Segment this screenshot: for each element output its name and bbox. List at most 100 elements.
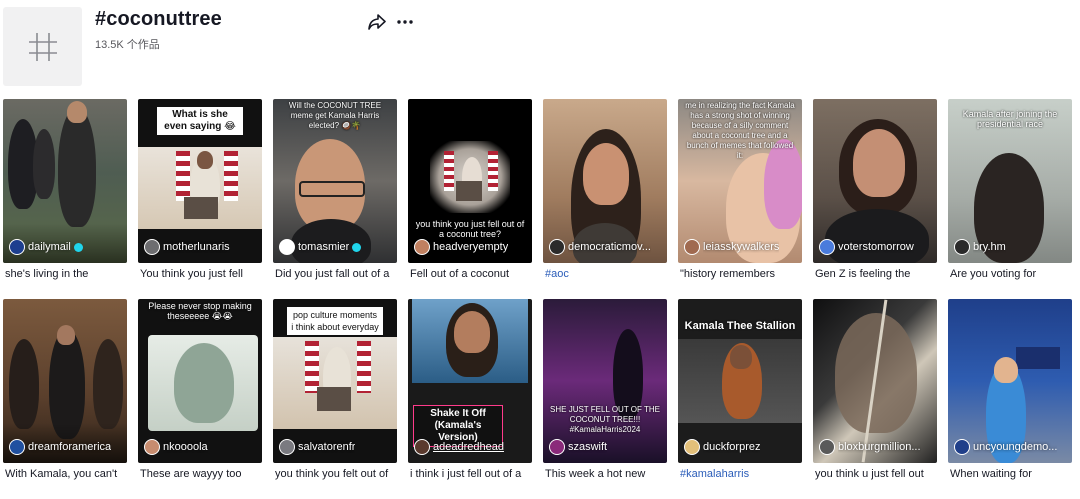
video-description[interactable]: You think you just fell <box>138 267 262 282</box>
share-button[interactable] <box>367 12 387 32</box>
author-avatar <box>819 239 835 255</box>
video-card[interactable]: Kamala Thee Stallion duckforprez #kamala… <box>678 299 802 499</box>
hashtag-page: #coconuttree 13.5K 个作品 dailymail she's l… <box>0 0 1080 490</box>
video-author[interactable]: tomasmier <box>279 239 393 255</box>
video-caption: What is she even saying 😂 <box>157 107 243 135</box>
author-avatar <box>144 439 160 455</box>
video-author[interactable]: motherlunaris <box>144 239 258 255</box>
video-caption: me in realizing the fact Kamala has a st… <box>685 101 795 160</box>
video-description[interactable]: "history remembers <box>678 267 802 282</box>
author-avatar <box>954 239 970 255</box>
video-description[interactable]: Gen Z is feeling the <box>813 267 937 282</box>
video-card[interactable]: bloxburgmillion... you think u just fell… <box>813 299 937 499</box>
video-description[interactable]: i think i just fell out of a <box>408 467 532 482</box>
video-author[interactable]: dailymail <box>9 239 123 255</box>
video-caption: Will the COCONUT TREE meme get Kamala Ha… <box>288 101 382 130</box>
verified-icon <box>73 242 83 252</box>
video-card[interactable]: Shake It Off (Kamala's Version) adeadred… <box>408 299 532 499</box>
video-author[interactable]: headveryempty <box>414 239 528 255</box>
video-thumbnail[interactable]: Kamala after joining the presidential ra… <box>948 99 1072 263</box>
video-thumbnail[interactable]: SHE JUST FELL OUT OF THE COCONUT TREE!!!… <box>543 299 667 463</box>
verified-icon <box>352 242 362 252</box>
video-thumbnail[interactable]: pop culture moments i think about everyd… <box>273 299 397 463</box>
page-title: #coconuttree <box>95 8 222 30</box>
video-thumbnail[interactable]: dreamforamerica <box>3 299 127 463</box>
video-description[interactable]: you think you felt out of <box>273 467 397 482</box>
author-avatar <box>549 239 565 255</box>
video-thumbnail[interactable]: What is she even saying 😂 motherlunaris <box>138 99 262 263</box>
video-author[interactable]: uncyoungdemo... <box>954 439 1068 455</box>
video-count: 13.5K 个作品 <box>95 39 160 51</box>
video-card[interactable]: dailymail she's living in the <box>3 99 127 299</box>
video-thumbnail[interactable]: dailymail <box>3 99 127 263</box>
video-card[interactable]: Kamala after joining the presidential ra… <box>948 99 1072 299</box>
video-thumbnail[interactable]: bloxburgmillion... <box>813 299 937 463</box>
video-description[interactable]: When waiting for <box>948 467 1072 482</box>
video-card[interactable]: dreamforamerica With Kamala, you can't <box>3 299 127 499</box>
video-thumbnail[interactable]: me in realizing the fact Kamala has a st… <box>678 99 802 263</box>
author-avatar <box>279 239 295 255</box>
video-author[interactable]: duckforprez <box>684 439 798 455</box>
video-thumbnail[interactable]: Please never stop making theseeeee 😭😭 nk… <box>138 299 262 463</box>
video-description[interactable]: you think u just fell out <box>813 467 937 482</box>
video-card[interactable]: What is she even saying 😂 motherlunaris … <box>138 99 262 299</box>
video-author[interactable]: adeadredhead <box>414 439 528 455</box>
video-card[interactable]: Will the COCONUT TREE meme get Kamala Ha… <box>273 99 397 299</box>
video-card[interactable]: me in realizing the fact Kamala has a st… <box>678 99 802 299</box>
hashtag-icon <box>28 32 57 61</box>
author-avatar <box>414 439 430 455</box>
video-description[interactable]: Did you just fall out of a <box>273 267 397 282</box>
video-description[interactable]: With Kamala, you can't <box>3 467 127 482</box>
more-icon <box>397 20 413 24</box>
video-description[interactable]: These are wayyy too <box>138 467 262 482</box>
video-hashtag-link[interactable]: #aoc <box>543 267 667 282</box>
author-avatar <box>144 239 160 255</box>
video-thumbnail[interactable]: uncyoungdemo... <box>948 299 1072 463</box>
share-icon <box>368 14 386 30</box>
hashtag-header: #coconuttree 13.5K 个作品 <box>0 0 1080 92</box>
video-thumbnail[interactable]: Will the COCONUT TREE meme get Kamala Ha… <box>273 99 397 263</box>
video-author[interactable]: szaswift <box>549 439 663 455</box>
video-card[interactable]: uncyoungdemo... When waiting for <box>948 299 1072 499</box>
video-hashtag-link[interactable]: #kamalaharris <box>678 467 802 482</box>
video-thumbnail[interactable]: you think you just fell out of a coconut… <box>408 99 532 263</box>
author-avatar <box>819 439 835 455</box>
video-author[interactable]: leiasskywalkers <box>684 239 798 255</box>
author-avatar <box>684 439 700 455</box>
author-avatar <box>9 239 25 255</box>
video-card[interactable]: Please never stop making theseeeee 😭😭 nk… <box>138 299 262 499</box>
video-caption: Kamala Thee Stallion <box>684 320 796 332</box>
video-thumbnail[interactable]: democraticmov... <box>543 99 667 263</box>
author-avatar <box>684 239 700 255</box>
video-caption: pop culture moments i think about everyd… <box>287 307 383 335</box>
video-author[interactable]: nkoooola <box>144 439 258 455</box>
video-thumbnail[interactable]: voterstomorrow <box>813 99 937 263</box>
video-thumbnail[interactable]: Shake It Off (Kamala's Version) adeadred… <box>408 299 532 463</box>
video-description[interactable]: Fell out of a coconut <box>408 267 532 282</box>
video-description[interactable]: This week a hot new <box>543 467 667 482</box>
video-card[interactable]: you think you just fell out of a coconut… <box>408 99 532 299</box>
author-avatar <box>549 439 565 455</box>
hashtag-avatar <box>3 7 82 86</box>
video-card[interactable]: pop culture moments i think about everyd… <box>273 299 397 499</box>
author-avatar <box>9 439 25 455</box>
video-caption: Please never stop making theseeeee 😭😭 <box>148 301 252 321</box>
video-author[interactable]: dreamforamerica <box>9 439 123 455</box>
video-author[interactable]: salvatorenfr <box>279 439 393 455</box>
video-caption: SHE JUST FELL OUT OF THE COCONUT TREE!!!… <box>550 405 660 434</box>
more-button[interactable] <box>395 12 415 32</box>
video-author[interactable]: bry.hm <box>954 239 1068 255</box>
author-avatar <box>954 439 970 455</box>
video-author[interactable]: democraticmov... <box>549 239 663 255</box>
video-author[interactable]: bloxburgmillion... <box>819 439 933 455</box>
video-author[interactable]: voterstomorrow <box>819 239 933 255</box>
video-description[interactable]: she's living in the <box>3 267 127 282</box>
video-description[interactable]: Are you voting for <box>948 267 1072 282</box>
author-avatar <box>414 239 430 255</box>
author-avatar <box>279 439 295 455</box>
video-caption: Kamala after joining the presidential ra… <box>962 109 1058 129</box>
video-card[interactable]: SHE JUST FELL OUT OF THE COCONUT TREE!!!… <box>543 299 667 499</box>
video-card[interactable]: voterstomorrow Gen Z is feeling the <box>813 99 937 299</box>
video-thumbnail[interactable]: Kamala Thee Stallion duckforprez <box>678 299 802 463</box>
video-card[interactable]: democraticmov... #aoc <box>543 99 667 299</box>
